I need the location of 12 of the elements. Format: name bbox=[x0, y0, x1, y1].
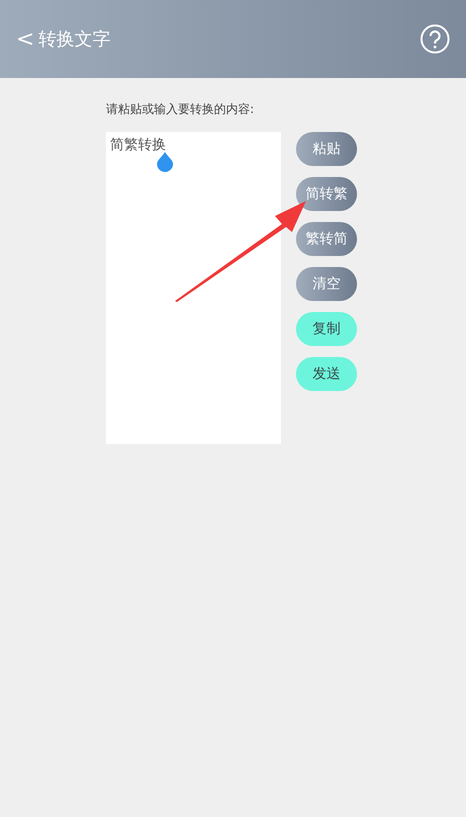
back-button[interactable]: < bbox=[16, 22, 34, 56]
action-button[interactable]: 清空 bbox=[296, 267, 357, 301]
prompt-text: 请粘贴或输入要转换的内容: bbox=[106, 101, 256, 118]
action-button[interactable]: 繁转简 bbox=[296, 222, 357, 256]
cursor-handle-icon[interactable] bbox=[157, 152, 173, 172]
action-button[interactable]: 粘贴 bbox=[296, 132, 357, 166]
page-title: 转换文字 bbox=[38, 28, 110, 52]
action-button[interactable]: 发送 bbox=[296, 357, 357, 391]
action-button[interactable]: 复制 bbox=[296, 312, 357, 346]
help-icon[interactable] bbox=[420, 24, 450, 54]
input-field[interactable]: 简繁转换 bbox=[106, 132, 281, 444]
action-button[interactable]: 简转繁 bbox=[296, 177, 357, 211]
